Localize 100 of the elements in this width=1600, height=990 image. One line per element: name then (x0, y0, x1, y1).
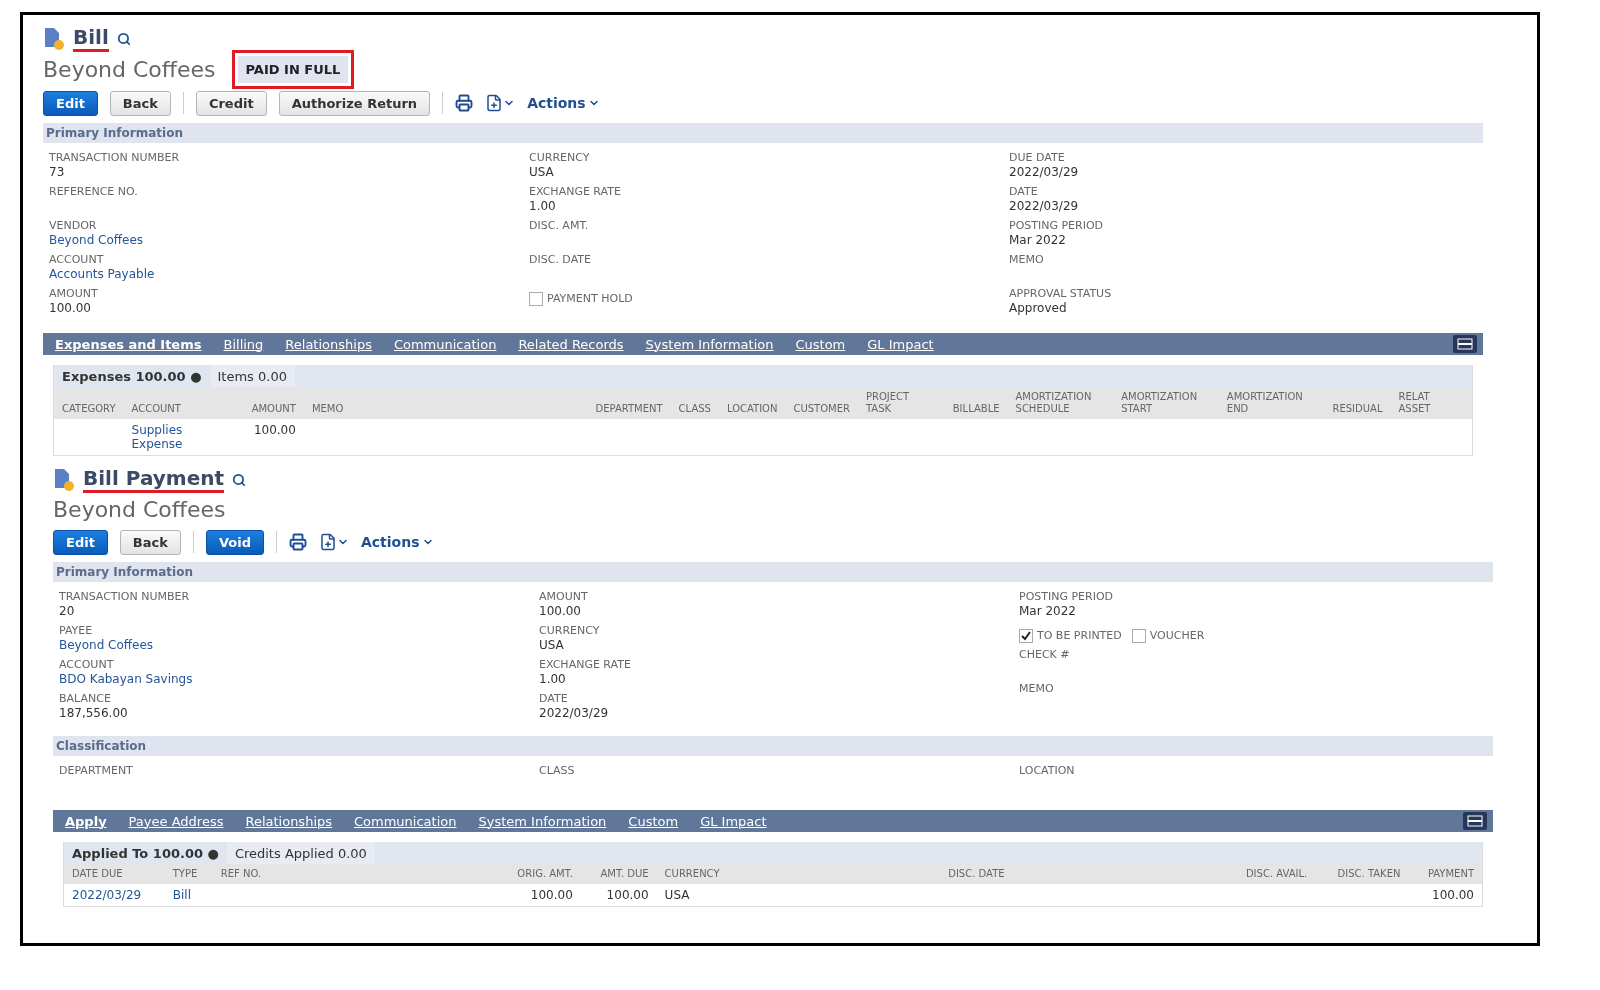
column-header: AMORTIZATION END (1218, 387, 1325, 419)
checkbox[interactable] (529, 292, 543, 306)
tab[interactable]: Expenses and Items (55, 336, 202, 352)
tab[interactable]: Billing (223, 336, 264, 352)
column-header: BILLABLE (944, 387, 1008, 419)
tab[interactable]: System Information (645, 336, 774, 352)
section-heading: Classification (53, 736, 1493, 756)
column-header: DISC. DATE (940, 864, 1224, 884)
field-value: 187,556.00 (59, 706, 129, 721)
field-value: USA (529, 165, 555, 180)
field-link[interactable]: BDO Kabayan Savings (59, 672, 539, 687)
tab[interactable]: Custom (628, 813, 679, 829)
field-label: DISC. DATE (529, 253, 592, 267)
table-cell: USA (656, 884, 941, 906)
field-value: 20 (59, 604, 76, 619)
field-label: DATE (1009, 185, 1039, 199)
subtab[interactable]: Credits Applied 0.00 (226, 842, 375, 864)
field-label: APPROVAL STATUS (1009, 287, 1113, 301)
column-header: AMOUNT (243, 387, 304, 419)
table-link[interactable]: Supplies Expense (123, 419, 244, 455)
new-document-icon[interactable] (485, 94, 516, 112)
column-header: DISC. TAKEN (1315, 864, 1409, 884)
table-cell: 100.00 (243, 419, 304, 455)
checkbox[interactable] (1019, 629, 1033, 643)
column-header: AMT. DUE (580, 864, 657, 884)
tab[interactable]: Relationships (285, 336, 372, 352)
field-label: DISC. AMT. (529, 219, 590, 233)
actions-menu[interactable]: Actions (527, 95, 600, 111)
toolbar-button[interactable]: Edit (53, 529, 108, 555)
field-label: CURRENCY (529, 151, 591, 165)
tab[interactable]: Apply (65, 813, 107, 829)
bill-document-icon (53, 467, 75, 492)
field-label: BALANCE (59, 692, 112, 706)
field-label: POSTING PERIOD (1009, 219, 1105, 233)
search-icon[interactable] (232, 472, 246, 487)
column-header: DATE DUE (64, 864, 165, 884)
table-cell: 100.00 (1408, 884, 1482, 906)
tab[interactable]: Communication (354, 813, 457, 829)
field-label: TRANSACTION NUMBER (49, 151, 181, 165)
field-value: 2022/03/29 (1009, 199, 1080, 214)
checkbox-label: PAYMENT HOLD (547, 292, 633, 306)
table-link[interactable]: 2022/03/29 (64, 884, 165, 906)
column-header: ORIG. AMT. (496, 864, 581, 884)
column-header: REF NO. (212, 864, 497, 884)
record-name: Beyond Coffees (53, 497, 226, 522)
toolbar-button[interactable]: Back (119, 529, 181, 555)
column-header: CLASS (670, 387, 719, 419)
field-value: USA (539, 638, 565, 653)
checkbox[interactable] (1131, 629, 1146, 643)
field-link[interactable]: Beyond Coffees (49, 233, 529, 248)
field-value: 100.00 (49, 301, 92, 316)
column-header: LOCATION (718, 387, 786, 419)
layout-toggle-icon[interactable] (1463, 812, 1487, 830)
tab[interactable]: System Information (478, 813, 607, 829)
field-label: CURRENCY (539, 624, 601, 638)
field-label: POSTING PERIOD (1019, 590, 1115, 604)
new-document-icon[interactable] (318, 533, 349, 551)
column-header: TYPE (164, 864, 213, 884)
table-link[interactable]: Bill (164, 884, 213, 906)
tab[interactable]: GL Impact (867, 336, 934, 352)
field-value: 1.00 (539, 672, 567, 687)
field-link[interactable]: Beyond Coffees (59, 638, 539, 653)
section-heading: Primary Information (53, 562, 1493, 582)
field-label: TRANSACTION NUMBER (59, 590, 191, 604)
tab[interactable]: GL Impact (700, 813, 767, 829)
search-icon[interactable] (116, 31, 131, 46)
column-header: CATEGORY (54, 387, 124, 419)
record-name: Beyond Coffees (43, 57, 216, 82)
tab[interactable]: Related Records (518, 336, 624, 352)
field-label: DEPARTMENT (59, 764, 134, 778)
record-title: Bill (73, 25, 109, 52)
tab[interactable]: Custom (795, 336, 846, 352)
checkbox-label: VOUCHER (1149, 629, 1205, 643)
toolbar-button[interactable]: Authorize Return (278, 90, 431, 116)
print-icon[interactable] (455, 94, 474, 112)
toolbar-button[interactable]: Edit (43, 90, 98, 116)
field-link[interactable]: Accounts Payable (49, 267, 529, 282)
toolbar-button[interactable]: Credit (195, 90, 267, 116)
field-label: MEMO (1019, 682, 1055, 696)
table-cell: 100.00 (496, 884, 581, 906)
field-label: REFERENCE NO. (49, 185, 139, 199)
print-icon[interactable] (288, 533, 307, 551)
field-value: Approved (1009, 301, 1068, 316)
bill-document-icon (43, 26, 65, 51)
toolbar-button[interactable]: Back (109, 90, 171, 116)
field-label: ACCOUNT (59, 658, 115, 672)
subtab[interactable]: Items 0.00 (209, 365, 295, 387)
tab[interactable]: Payee Address (128, 813, 224, 829)
field-label: AMOUNT (49, 287, 99, 301)
field-label: EXCHANGE RATE (539, 658, 632, 672)
tab[interactable]: Relationships (245, 813, 332, 829)
column-header: ACCOUNT (123, 387, 244, 419)
layout-toggle-icon[interactable] (1453, 335, 1477, 353)
actions-menu[interactable]: Actions (360, 534, 434, 550)
field-label: DATE (539, 692, 569, 706)
field-label: LOCATION (1019, 764, 1076, 778)
tab[interactable]: Communication (393, 336, 497, 352)
field-value: 1.00 (529, 199, 557, 214)
field-label: ACCOUNT (49, 253, 105, 267)
toolbar-button[interactable]: Void (205, 529, 264, 555)
